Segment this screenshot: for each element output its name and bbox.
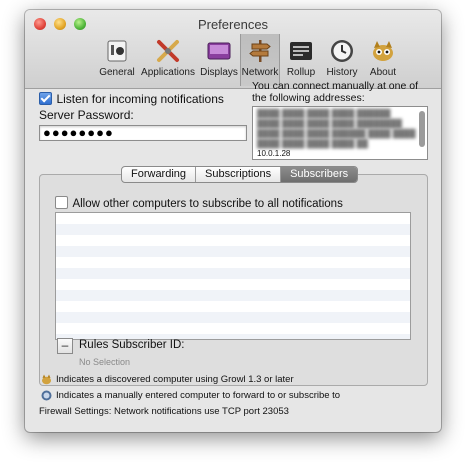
address-item-redacted: ████ ████ ████ ██████ ████ ████ (257, 129, 416, 138)
listen-checkbox[interactable] (39, 92, 52, 106)
about-icon (373, 41, 393, 61)
title-bar: Preferences General Applications Display… (25, 10, 441, 89)
address-list[interactable]: ████ ████ ████ ████ ██████ ████ ████ ███… (252, 106, 428, 160)
tab-subscribers[interactable]: Subscribers (281, 167, 358, 182)
preferences-toolbar: General Applications Displays Network Ro… (97, 34, 404, 86)
allow-subscribe-checkbox[interactable] (55, 196, 68, 210)
remove-subscriber-button[interactable]: – (57, 338, 73, 354)
tab-subscriptions[interactable]: Subscriptions (196, 167, 282, 182)
table-row (56, 224, 410, 235)
toolbar-item-about[interactable]: About (363, 34, 403, 86)
server-password-field[interactable]: ●●●●●●●● (39, 125, 247, 141)
listen-checkbox-row[interactable]: Listen for incoming notifications (39, 90, 224, 108)
address-item-redacted: ████ ████ ████ ████ ██████ (257, 109, 391, 118)
table-row (56, 257, 410, 268)
toolbar-item-general[interactable]: General (97, 34, 137, 86)
table-row (56, 268, 410, 279)
table-row (56, 279, 410, 290)
no-selection-text: No Selection (79, 357, 131, 367)
table-row (56, 301, 410, 312)
toolbar-item-label: Rollup (286, 67, 316, 78)
address-list-scrollbar[interactable] (419, 111, 425, 147)
toolbar-item-label: Network (241, 67, 279, 78)
listen-label: Listen for incoming notifications (56, 92, 224, 106)
address-item: 10.0.1.28 (257, 149, 291, 158)
toolbar-item-label: General (99, 67, 135, 78)
table-row (56, 246, 410, 257)
table-row (56, 323, 410, 334)
preferences-window: Preferences General Applications Display… (25, 10, 441, 432)
rollup-icon (290, 42, 312, 60)
toolbar-item-network[interactable]: Network (240, 34, 280, 86)
table-row (56, 235, 410, 246)
table-row (56, 290, 410, 301)
toolbar-item-rollup[interactable]: Rollup (281, 34, 321, 86)
table-row (56, 312, 410, 323)
address-item-redacted: ████ ████ ████ ████ ██ (257, 139, 368, 148)
toolbar-item-label: History (326, 67, 358, 78)
rules-subscriber-label: Rules Subscriber ID: (79, 339, 185, 351)
allow-subscribe-row[interactable]: Allow other computers to subscribe to al… (55, 194, 343, 212)
general-icon (107, 40, 127, 62)
history-icon (331, 40, 353, 62)
table-row (56, 213, 410, 224)
password-label: Server Password: (39, 108, 134, 122)
subscribers-table[interactable] (55, 212, 411, 340)
network-icon (249, 40, 271, 62)
manual-computer-icon (41, 390, 52, 401)
legend-manual-text: Indicates a manually entered computer to… (56, 390, 341, 401)
tab-forwarding[interactable]: Forwarding (122, 167, 197, 182)
applications-icon (157, 40, 179, 62)
growl-discovered-icon (42, 374, 51, 385)
window-title: Preferences (197, 17, 269, 32)
displays-icon (207, 42, 231, 60)
connect-hint: You can connect manually at one of the f… (252, 80, 418, 104)
address-item-redacted: ████ ████ ████ ████ ████████ (257, 119, 402, 128)
tab-selector: Forwarding Subscriptions Subscribers (121, 166, 359, 183)
toolbar-item-label: Applications (141, 67, 195, 78)
toolbar-item-label: About (369, 67, 397, 78)
firewall-settings-text: Firewall Settings: Network notifications… (39, 406, 289, 417)
legend-discovered-text: Indicates a discovered computer using Gr… (56, 374, 294, 385)
allow-subscribe-label: Allow other computers to subscribe to al… (72, 198, 343, 210)
toolbar-item-displays[interactable]: Displays (199, 34, 239, 86)
toolbar-item-history[interactable]: History (322, 34, 362, 86)
toolbar-item-applications[interactable]: Applications (138, 34, 198, 86)
toolbar-item-label: Displays (200, 67, 238, 78)
